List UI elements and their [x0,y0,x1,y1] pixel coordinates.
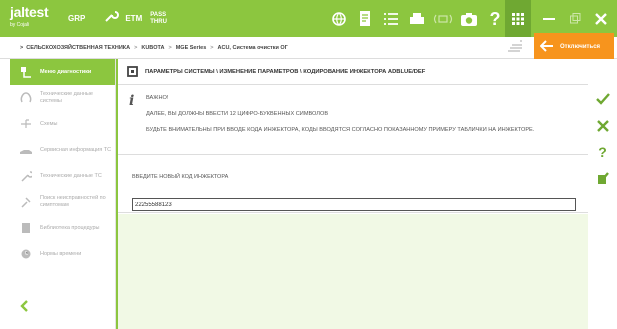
breadcrumb-separator: > [210,44,214,51]
top-bar: jaltest by Cojali GRP ETM PASS THRU ? [0,0,617,37]
input-label: ВВЕДИТЕ НОВЫЙ КОД ИНЖЕКТОРА [132,174,229,180]
sidebar-item-label: Библиотека процедуры [40,224,100,231]
disconnect-button[interactable]: Отключиться [534,33,614,61]
info-box: i ВАЖНО! ДАЛЕЕ, ВЫ ДОЛЖНЫ ВВЕСТИ 12 ЦИФР… [118,85,588,155]
vehicle-data-icon [19,169,33,183]
sidebar-item-label: Нормы времени [40,250,82,257]
sidebar-item-vehicle-data[interactable]: Технические данные ТС [10,163,115,189]
arrow-left-icon [539,39,554,55]
breadcrumb-separator: > [20,44,24,51]
breadcrumb-item-category[interactable]: СЕЛЬСКОХОЗЯЙСТВЕННАЯ ТЕХНИКА [26,45,130,51]
breadcrumb-separator: > [134,44,138,51]
injector-code-input[interactable] [132,198,576,211]
schemes-icon [19,117,33,131]
chevron-left-icon[interactable] [20,299,28,317]
app-window: jaltest by Cojali GRP ETM PASS THRU ? > … [0,0,617,329]
breadcrumb-item-model[interactable]: MGE Series [176,45,207,51]
sidebar-item-label: Сервисная информация ТС [40,146,112,153]
grid-icon[interactable] [505,0,531,37]
time-norms-icon [19,247,33,261]
sidebar-item-troubleshooting[interactable]: Поиск неисправностей по симптомам [10,189,115,215]
sidebar-item-time-norms[interactable]: Нормы времени [10,241,115,267]
page-title: ПАРАМЕТРЫ СИСТЕМЫ \ ИЗМЕНЕНИЕ ПАРАМЕТРОВ… [145,68,426,75]
sidebar-item-label: Схемы [40,120,58,127]
sidebar-item-label: Меню диагностики [40,68,92,75]
close-icon[interactable] [588,0,614,37]
sidebar: Меню диагностики Технические данные сист… [10,59,116,329]
tab-etm[interactable]: ETM [125,14,142,23]
document-icon[interactable] [354,8,376,30]
main-panel: ПАРАМЕТРЫ СИСТЕМЫ \ ИЗМЕНЕНИЕ ПАРАМЕТРОВ… [116,59,588,329]
service-info-icon [19,143,33,157]
empty-content-area [118,214,588,329]
info-title: ВАЖНО! [146,95,169,101]
restore-icon[interactable] [562,0,588,37]
sidebar-item-label: Технические данные ТС [40,172,102,179]
sidebar-item-system-data[interactable]: Технические данные системы [10,85,115,111]
accept-icon[interactable] [588,88,617,110]
connection-status-icon [506,39,524,56]
list-icon[interactable] [380,8,402,30]
left-edge [0,59,10,329]
help-icon[interactable]: ? [588,141,617,163]
help-icon[interactable]: ? [484,8,506,30]
info-icon: i [129,93,135,109]
info-line: БУДЬТЕ ВНИМАТЕЛЬНЫ ПРИ ВВОДЕ КОДА ИНЖЕКТ… [146,127,535,133]
info-line: ДАЛЕЕ, ВЫ ДОЛЖНЫ ВВЕСТИ 12 ЦИФРО-БУКВЕНН… [146,111,329,117]
action-bar: ? [588,59,617,329]
logo: jaltest by Cojali [10,3,49,28]
disconnect-label: Отключиться [560,44,601,50]
globe-icon[interactable] [328,8,350,30]
troubleshooting-icon [19,195,33,209]
sidebar-item-label: Технические данные системы [40,91,93,104]
sidebar-item-library[interactable]: Библиотека процедуры [10,215,115,241]
sidebar-item-diagnostic-menu[interactable]: Меню диагностики [10,59,115,85]
breadcrumb: > СЕЛЬСКОХОЗЯЙСТВЕННАЯ ТЕХНИКА > KUBOTA … [0,37,617,59]
sidebar-item-service-info[interactable]: Сервисная информация ТС [10,137,115,163]
document-edit-icon[interactable] [588,167,617,189]
tab-pass-thru[interactable]: PASS THRU [150,12,167,26]
diagnostic-menu-icon [19,65,33,79]
minimize-icon[interactable] [536,0,562,37]
breadcrumb-item-system[interactable]: ACU, Система очистки ОГ [218,45,288,51]
cancel-icon[interactable] [588,115,617,137]
page-title-bar: ПАРАМЕТРЫ СИСТЕМЫ \ ИЗМЕНЕНИЕ ПАРАМЕТРОВ… [118,59,588,85]
system-data-icon [19,91,33,105]
breadcrumb-item-brand[interactable]: KUBOTA [141,45,164,51]
printer-icon[interactable] [406,8,428,30]
library-icon [19,221,33,235]
sidebar-item-schemes[interactable]: Схемы [10,111,115,137]
parameters-icon [126,66,138,78]
breadcrumb-separator: > [168,44,172,51]
wrench-icon[interactable] [103,8,120,29]
sidebar-item-label: Поиск неисправностей по симптомам [40,195,106,208]
camera-icon[interactable] [458,8,480,30]
tab-grp[interactable]: GRP [68,14,85,23]
signal-icon[interactable] [432,8,454,30]
